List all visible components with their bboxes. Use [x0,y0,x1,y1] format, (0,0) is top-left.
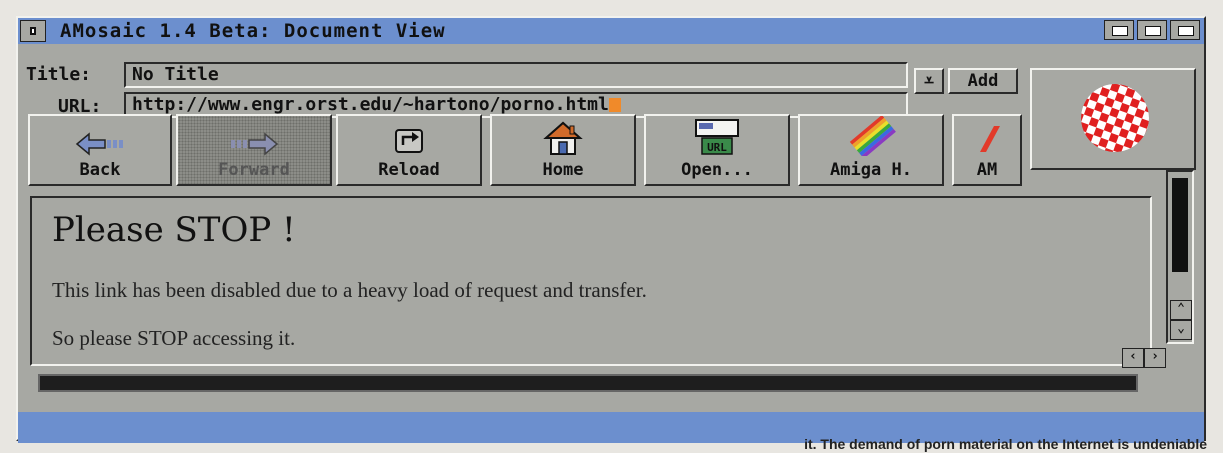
am-button[interactable]: AM [952,114,1022,186]
depth-icon[interactable] [1170,20,1200,40]
history-dropdown-button[interactable]: ⩡ [914,68,944,94]
open-button[interactable]: URL Open... [644,114,790,186]
horizontal-scrollbar[interactable] [38,374,1138,392]
forward-label: Forward [218,160,290,180]
url-value: http://www.engr.orst.edu/~hartono/porno.… [132,94,609,115]
toolbar: Back Forward Reload Home URL Open... Ami… [28,114,1023,186]
reload-label: Reload [378,160,440,180]
home-button[interactable]: Home [490,114,636,186]
back-button[interactable]: Back [28,114,172,186]
scroll-left-icon[interactable]: ‹ [1122,348,1144,368]
add-button-label: Add [967,71,999,91]
am-label: AM [976,160,998,180]
forward-button[interactable]: Forward [176,114,332,186]
page-paragraph-2: So please STOP accessing it. [52,326,296,350]
url-open-icon: URL [695,119,739,155]
text-cursor [608,98,621,112]
am-icon [980,126,1000,152]
scroll-right-icon[interactable]: › [1144,348,1166,368]
browser-window: AMosaic 1.4 Beta: Document View Title: N… [16,16,1206,443]
scroll-up-icon[interactable]: ⌃ [1170,300,1192,320]
title-value: No Title [132,64,219,85]
document-view[interactable]: Please STOP ! This link has been disable… [30,196,1152,366]
page-heading: Please STOP ! [52,210,296,250]
chevron-down-icon: ⩡ [924,71,934,91]
window-title: AMosaic 1.4 Beta: Document View [60,20,446,42]
reload-icon [395,129,423,153]
close-icon[interactable] [20,20,46,42]
back-label: Back [79,160,121,180]
page-paragraph-1: This link has been disabled due to a hea… [52,278,647,302]
forward-arrow-icon [231,132,279,156]
svg-text:URL: URL [707,141,727,154]
back-arrow-icon [75,132,123,156]
reload-button[interactable]: Reload [336,114,482,186]
iconify-icon[interactable] [1104,20,1134,40]
title-field[interactable]: No Title [124,62,908,88]
amiga-home-button[interactable]: Amiga H. [798,114,944,186]
title-label: Title: [26,64,92,85]
zoom-icon[interactable] [1137,20,1167,40]
amiga-rainbow-icon [849,116,896,156]
home-label: Home [542,160,584,180]
magazine-caption: it. The demand of porn material on the I… [804,436,1207,452]
home-icon [543,121,583,155]
scroll-down-icon[interactable]: ⌄ [1170,320,1192,340]
logo-panel [1030,68,1196,170]
boing-ball-icon [1081,84,1149,152]
amiga-home-label: Amiga H. [830,160,912,180]
open-label: Open... [681,160,753,180]
vertical-scroll-thumb[interactable] [1172,178,1188,272]
add-button[interactable]: Add [948,68,1018,94]
vertical-scrollbar[interactable]: ⌃ ⌄ [1166,170,1194,344]
window-titlebar[interactable]: AMosaic 1.4 Beta: Document View [18,18,1204,44]
